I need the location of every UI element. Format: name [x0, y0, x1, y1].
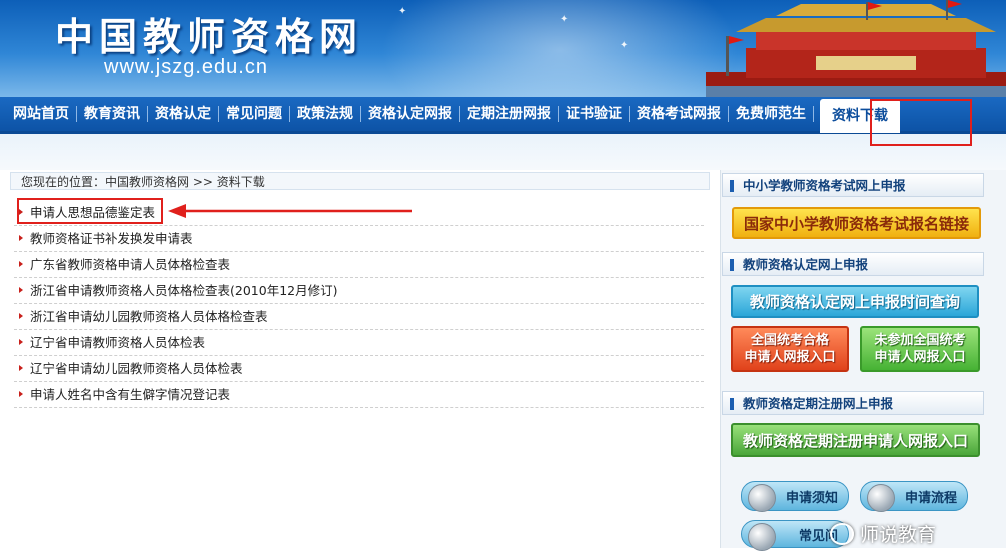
download-link[interactable]: 辽宁省申请幼儿园教师资格人员体检表	[30, 361, 243, 376]
nav-item-certification[interactable]: 资格认定	[148, 106, 219, 122]
nav-item-news[interactable]: 教育资讯	[77, 106, 148, 122]
main-nav: 网站首页 教育资讯 资格认定 常见问题 政策法规 资格认定网报 定期注册网报 证…	[0, 97, 1006, 134]
sidebar-section-certification: 教师资格认定网上申报	[722, 252, 984, 276]
list-item[interactable]: 申请人姓名中含有生僻字情况登记表	[14, 382, 704, 408]
nav-item-faq[interactable]: 常见问题	[219, 106, 290, 122]
annotation-box-downloads	[870, 99, 972, 146]
passed-applicant-entry-button[interactable]: 全国统考合格 申请人网报入口	[731, 326, 849, 372]
bullet-icon	[19, 391, 23, 397]
list-item[interactable]: 教师资格证书补发换发申请表	[14, 226, 704, 252]
button-label: 申请须知	[785, 490, 838, 506]
section-marker-icon	[730, 180, 734, 192]
site-url: www.jszg.edu.cn	[104, 56, 268, 78]
periodic-register-entry-button[interactable]: 教师资格定期注册申请人网报入口	[731, 423, 980, 457]
nav-item-cert-online[interactable]: 资格认定网报	[361, 106, 460, 122]
button-line: 申请人网报入口	[874, 350, 966, 365]
nav-item-free-normal[interactable]: 免费师范生	[729, 106, 814, 122]
exam-registration-link-button[interactable]: 国家中小学教师资格考试报名链接	[732, 207, 981, 239]
watermark: 师说教育	[830, 519, 936, 548]
gears-icon	[867, 484, 895, 512]
breadcrumb: 您现在的位置：中国教师资格网 >> 资料下载	[10, 172, 710, 190]
breadcrumb-path[interactable]: 中国教师资格网 >> 资料下载	[105, 175, 265, 189]
download-list: 申请人思想品德鉴定表 教师资格证书补发换发申请表 广东省教师资格申请人员体格检查…	[14, 200, 704, 408]
nav-item-verify[interactable]: 证书验证	[559, 106, 630, 122]
bullet-icon	[19, 365, 23, 371]
button-line: 申请人网报入口	[744, 350, 836, 365]
button-line: 未参加全国统考	[874, 333, 966, 348]
download-link[interactable]: 辽宁省申请教师资格人员体检表	[30, 335, 205, 350]
section-title: 教师资格认定网上申报	[743, 257, 869, 272]
bullet-icon	[19, 313, 23, 319]
bullet-icon	[19, 287, 23, 293]
section-marker-icon	[730, 398, 734, 410]
not-passed-applicant-entry-button[interactable]: 未参加全国统考 申请人网报入口	[860, 326, 980, 372]
application-process-button[interactable]: 申请流程	[860, 481, 968, 512]
site-banner: ✦ ✦ ✦ 中国教师资格网 www.jszg.edu.cn	[0, 0, 1006, 97]
star-icon: ✦	[560, 14, 569, 25]
megaphone-icon	[748, 484, 776, 512]
nav-sub-bar	[0, 134, 1006, 170]
download-link[interactable]: 申请人姓名中含有生僻字情况登记表	[30, 387, 230, 402]
bullet-icon	[19, 235, 23, 241]
sidebar-section-registration: 教师资格定期注册网上申报	[722, 391, 984, 415]
download-link[interactable]: 广东省教师资格申请人员体格检查表	[30, 257, 230, 272]
download-link[interactable]: 浙江省申请幼儿园教师资格人员体格检查表	[30, 309, 268, 324]
list-item[interactable]: 浙江省申请教师资格人员体格检查表(2010年12月修订)	[14, 278, 704, 304]
bullet-icon	[19, 261, 23, 267]
section-title: 教师资格定期注册网上申报	[743, 396, 894, 411]
site-logo-title[interactable]: 中国教师资格网	[55, 6, 363, 61]
list-item[interactable]: 辽宁省申请幼儿园教师资格人员体检表	[14, 356, 704, 382]
cert-time-query-button[interactable]: 教师资格认定网上申报时间查询	[731, 285, 979, 318]
annotation-arrow-icon	[168, 204, 412, 218]
sidebar-section-exam: 中小学教师资格考试网上申报	[722, 173, 984, 197]
list-item[interactable]: 辽宁省申请教师资格人员体检表	[14, 330, 704, 356]
nav-item-policy[interactable]: 政策法规	[290, 106, 361, 122]
nav-item-exam-online[interactable]: 资格考试网报	[630, 106, 729, 122]
nav-item-home[interactable]: 网站首页	[6, 106, 77, 122]
annotation-box-first-item	[17, 198, 163, 224]
button-line: 全国统考合格	[750, 333, 829, 348]
download-link[interactable]: 浙江省申请教师资格人员体格检查表(2010年12月修订)	[30, 283, 337, 298]
application-notice-button[interactable]: 申请须知	[741, 481, 849, 512]
download-link[interactable]: 教师资格证书补发换发申请表	[30, 231, 193, 246]
question-icon	[748, 523, 776, 551]
list-item[interactable]: 广东省教师资格申请人员体格检查表	[14, 252, 704, 278]
star-icon: ✦	[398, 6, 407, 17]
tiananmen-illustration	[706, 0, 1006, 97]
section-title: 中小学教师资格考试网上申报	[743, 178, 906, 193]
list-item[interactable]: 浙江省申请幼儿园教师资格人员体格检查表	[14, 304, 704, 330]
nav-item-register-online[interactable]: 定期注册网报	[460, 106, 559, 122]
wechat-icon	[830, 522, 854, 545]
section-marker-icon	[730, 259, 734, 271]
breadcrumb-prefix: 您现在的位置：	[21, 175, 106, 189]
button-label: 申请流程	[904, 490, 957, 506]
star-icon: ✦	[620, 40, 629, 51]
watermark-text: 师说教育	[860, 524, 937, 546]
bullet-icon	[19, 339, 23, 345]
